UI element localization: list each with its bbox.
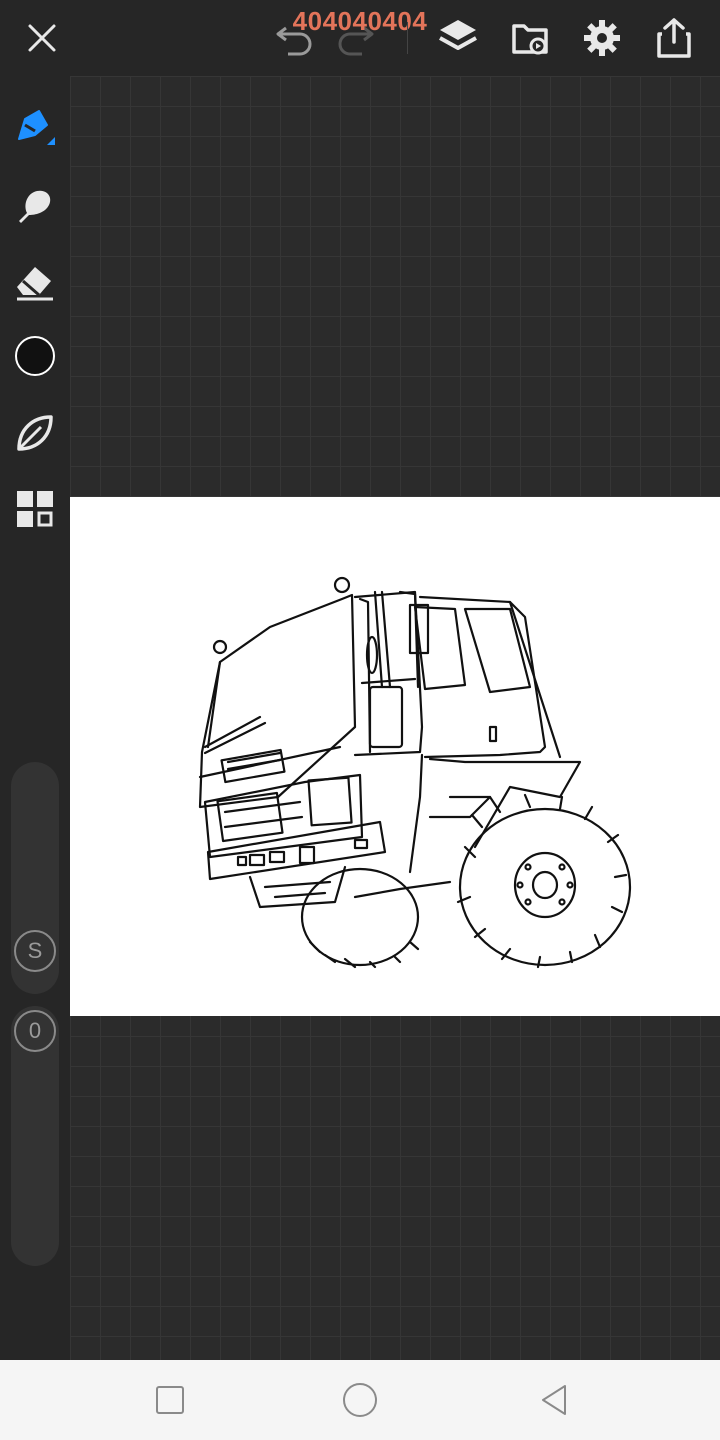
toolbar-divider	[407, 22, 408, 54]
top-toolbar: 404040404	[0, 0, 720, 76]
current-color[interactable]	[15, 336, 55, 376]
eraser-icon[interactable]	[8, 254, 62, 308]
tool-sidebar: S 0	[0, 76, 70, 1360]
settings-icon[interactable]	[578, 14, 626, 62]
color-swatch[interactable]	[8, 329, 62, 383]
share-icon[interactable]	[650, 14, 698, 62]
smudge-icon[interactable]	[8, 178, 62, 232]
gallery-icon[interactable]	[506, 14, 554, 62]
size-slider-knob[interactable]: S	[14, 930, 56, 972]
brush-size-slider[interactable]: S	[11, 762, 59, 994]
drawing-paper[interactable]	[70, 497, 720, 1016]
close-icon[interactable]	[18, 14, 66, 62]
grid-icon[interactable]	[8, 482, 62, 536]
back-icon[interactable]	[534, 1380, 574, 1420]
truck-sketch	[198, 576, 632, 969]
opacity-slider-knob[interactable]: 0	[14, 1010, 56, 1052]
system-navigation-bar	[0, 1360, 720, 1440]
brush-icon[interactable]	[8, 100, 62, 154]
opacity-slider[interactable]: 0	[11, 1006, 59, 1266]
layers-icon[interactable]	[434, 14, 482, 62]
home-icon[interactable]	[340, 1380, 380, 1420]
leaf-icon[interactable]	[8, 406, 62, 460]
recent-apps-icon[interactable]	[150, 1380, 190, 1420]
